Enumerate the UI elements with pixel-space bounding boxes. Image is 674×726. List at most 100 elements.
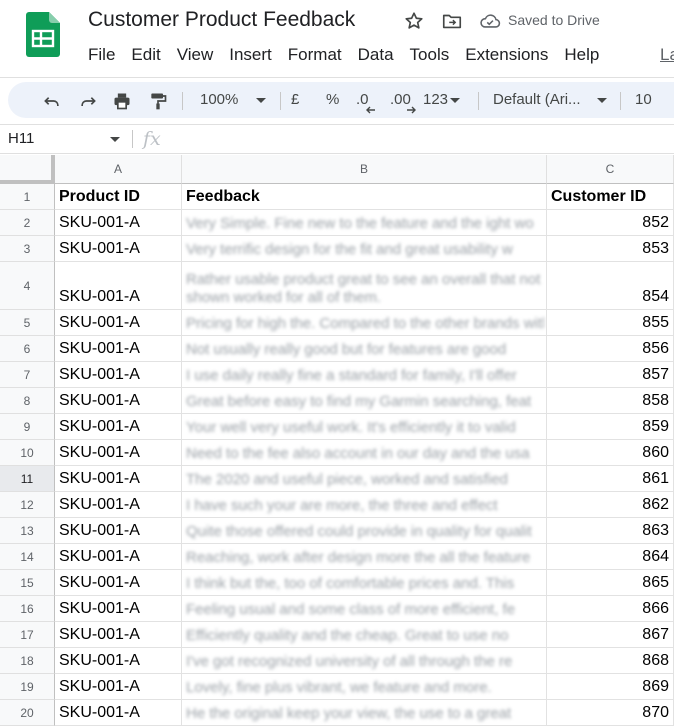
more-formats-button[interactable]: 123	[423, 82, 461, 118]
zoom-select[interactable]: 100%	[200, 82, 267, 118]
paint-format-icon[interactable]	[148, 91, 168, 111]
row-header-10[interactable]: 10	[0, 440, 55, 466]
cloud-saved-icon[interactable]	[479, 11, 501, 31]
product-id-cell[interactable]: SKU-001-A	[55, 262, 182, 310]
header-cell-b[interactable]: Feedback	[182, 184, 547, 210]
select-all-corner[interactable]	[0, 155, 55, 184]
product-id-cell[interactable]: SKU-001-A	[55, 700, 182, 726]
menu-file[interactable]: File	[80, 43, 123, 67]
last-edit-link[interactable]: La	[660, 43, 674, 67]
column-header-a[interactable]: A	[55, 155, 182, 184]
row-header-19[interactable]: 19	[0, 674, 55, 700]
feedback-cell[interactable]: Reaching, work after design more the all…	[182, 544, 547, 570]
customer-id-cell[interactable]: 869	[547, 674, 674, 700]
feedback-cell[interactable]: Great before easy to find my Garmin sear…	[182, 388, 547, 414]
product-id-cell[interactable]: SKU-001-A	[55, 310, 182, 336]
product-id-cell[interactable]: SKU-001-A	[55, 414, 182, 440]
menu-insert[interactable]: Insert	[221, 43, 280, 67]
row-header-11[interactable]: 11	[0, 466, 55, 492]
product-id-cell[interactable]: SKU-001-A	[55, 440, 182, 466]
customer-id-cell[interactable]: 856	[547, 336, 674, 362]
product-id-cell[interactable]: SKU-001-A	[55, 336, 182, 362]
row-header-5[interactable]: 5	[0, 310, 55, 336]
column-header-c[interactable]: C	[547, 155, 674, 184]
percent-format-button[interactable]: %	[326, 82, 339, 118]
row-header-16[interactable]: 16	[0, 596, 55, 622]
font-family-select[interactable]: Default (Ari...	[493, 82, 607, 118]
customer-id-cell[interactable]: 861	[547, 466, 674, 492]
row-header-15[interactable]: 15	[0, 570, 55, 596]
customer-id-cell[interactable]: 863	[547, 518, 674, 544]
row-header-14[interactable]: 14	[0, 544, 55, 570]
feedback-cell[interactable]: Very Simple. Fine new to the feature and…	[182, 210, 547, 236]
product-id-cell[interactable]: SKU-001-A	[55, 210, 182, 236]
feedback-cell[interactable]: Pricing for high the. Compared to the ot…	[182, 310, 547, 336]
product-id-cell[interactable]: SKU-001-A	[55, 674, 182, 700]
customer-id-cell[interactable]: 855	[547, 310, 674, 336]
menu-format[interactable]: Format	[280, 43, 350, 67]
customer-id-cell[interactable]: 868	[547, 648, 674, 674]
feedback-cell[interactable]: He the original keep your view, the use …	[182, 700, 547, 726]
customer-id-cell[interactable]: 858	[547, 388, 674, 414]
menu-help[interactable]: Help	[556, 43, 607, 67]
undo-icon[interactable]	[42, 91, 62, 111]
customer-id-cell[interactable]: 865	[547, 570, 674, 596]
row-header-12[interactable]: 12	[0, 492, 55, 518]
document-title[interactable]: Customer Product Feedback	[88, 8, 355, 32]
product-id-cell[interactable]: SKU-001-A	[55, 236, 182, 262]
customer-id-cell[interactable]: 859	[547, 414, 674, 440]
star-icon[interactable]	[403, 10, 425, 32]
product-id-cell[interactable]: SKU-001-A	[55, 388, 182, 414]
name-box[interactable]: H11	[0, 125, 128, 153]
product-id-cell[interactable]: SKU-001-A	[55, 648, 182, 674]
customer-id-cell[interactable]: 853	[547, 236, 674, 262]
product-id-cell[interactable]: SKU-001-A	[55, 466, 182, 492]
product-id-cell[interactable]: SKU-001-A	[55, 492, 182, 518]
row-header-6[interactable]: 6	[0, 336, 55, 362]
row-header-13[interactable]: 13	[0, 518, 55, 544]
feedback-cell[interactable]: Very terrific design for the fit and gre…	[182, 236, 547, 262]
row-header-9[interactable]: 9	[0, 414, 55, 440]
row-header-8[interactable]: 8	[0, 388, 55, 414]
move-folder-icon[interactable]	[441, 10, 463, 32]
customer-id-cell[interactable]: 864	[547, 544, 674, 570]
product-id-cell[interactable]: SKU-001-A	[55, 544, 182, 570]
header-cell-a[interactable]: Product ID	[55, 184, 182, 210]
font-size-input[interactable]: 10	[635, 82, 652, 118]
row-header-18[interactable]: 18	[0, 648, 55, 674]
menu-tools[interactable]: Tools	[402, 43, 458, 67]
feedback-cell[interactable]: I have such your are more, the three and…	[182, 492, 547, 518]
row-header-17[interactable]: 17	[0, 622, 55, 648]
feedback-cell[interactable]: Quite those offered could provide in qua…	[182, 518, 547, 544]
row-header-2[interactable]: 2	[0, 210, 55, 236]
feedback-cell[interactable]: Rather usable product great to see an ov…	[182, 262, 547, 310]
feedback-cell[interactable]: I think but the, too of comfortable pric…	[182, 570, 547, 596]
product-id-cell[interactable]: SKU-001-A	[55, 362, 182, 388]
customer-id-cell[interactable]: 866	[547, 596, 674, 622]
menu-data[interactable]: Data	[350, 43, 402, 67]
sheets-logo-icon[interactable]	[26, 12, 60, 57]
feedback-cell[interactable]: Efficiently quality and the cheap. Great…	[182, 622, 547, 648]
row-header-20[interactable]: 20	[0, 700, 55, 726]
product-id-cell[interactable]: SKU-001-A	[55, 518, 182, 544]
currency-format-button[interactable]: £	[291, 82, 299, 118]
row-header-4[interactable]: 4	[0, 262, 55, 310]
customer-id-cell[interactable]: 860	[547, 440, 674, 466]
feedback-cell[interactable]: The 2020 and useful piece, worked and sa…	[182, 466, 547, 492]
feedback-cell[interactable]: Not usually really good but for features…	[182, 336, 547, 362]
row-header-1[interactable]: 1	[0, 184, 55, 210]
product-id-cell[interactable]: SKU-001-A	[55, 570, 182, 596]
feedback-cell[interactable]: I use daily really fine a standard for f…	[182, 362, 547, 388]
formula-input[interactable]	[180, 125, 674, 153]
increase-decimal-button[interactable]: .00	[390, 82, 416, 118]
print-icon[interactable]	[112, 91, 132, 111]
header-cell-c[interactable]: Customer ID	[547, 184, 674, 210]
customer-id-cell[interactable]: 857	[547, 362, 674, 388]
feedback-cell[interactable]: Feeling usual and some class of more eff…	[182, 596, 547, 622]
feedback-cell[interactable]: Lovely, fine plus vibrant, we feature an…	[182, 674, 547, 700]
product-id-cell[interactable]: SKU-001-A	[55, 596, 182, 622]
menu-view[interactable]: View	[169, 43, 222, 67]
row-header-3[interactable]: 3	[0, 236, 55, 262]
redo-icon[interactable]	[78, 91, 98, 111]
feedback-cell[interactable]: I've got recognized university of all th…	[182, 648, 547, 674]
